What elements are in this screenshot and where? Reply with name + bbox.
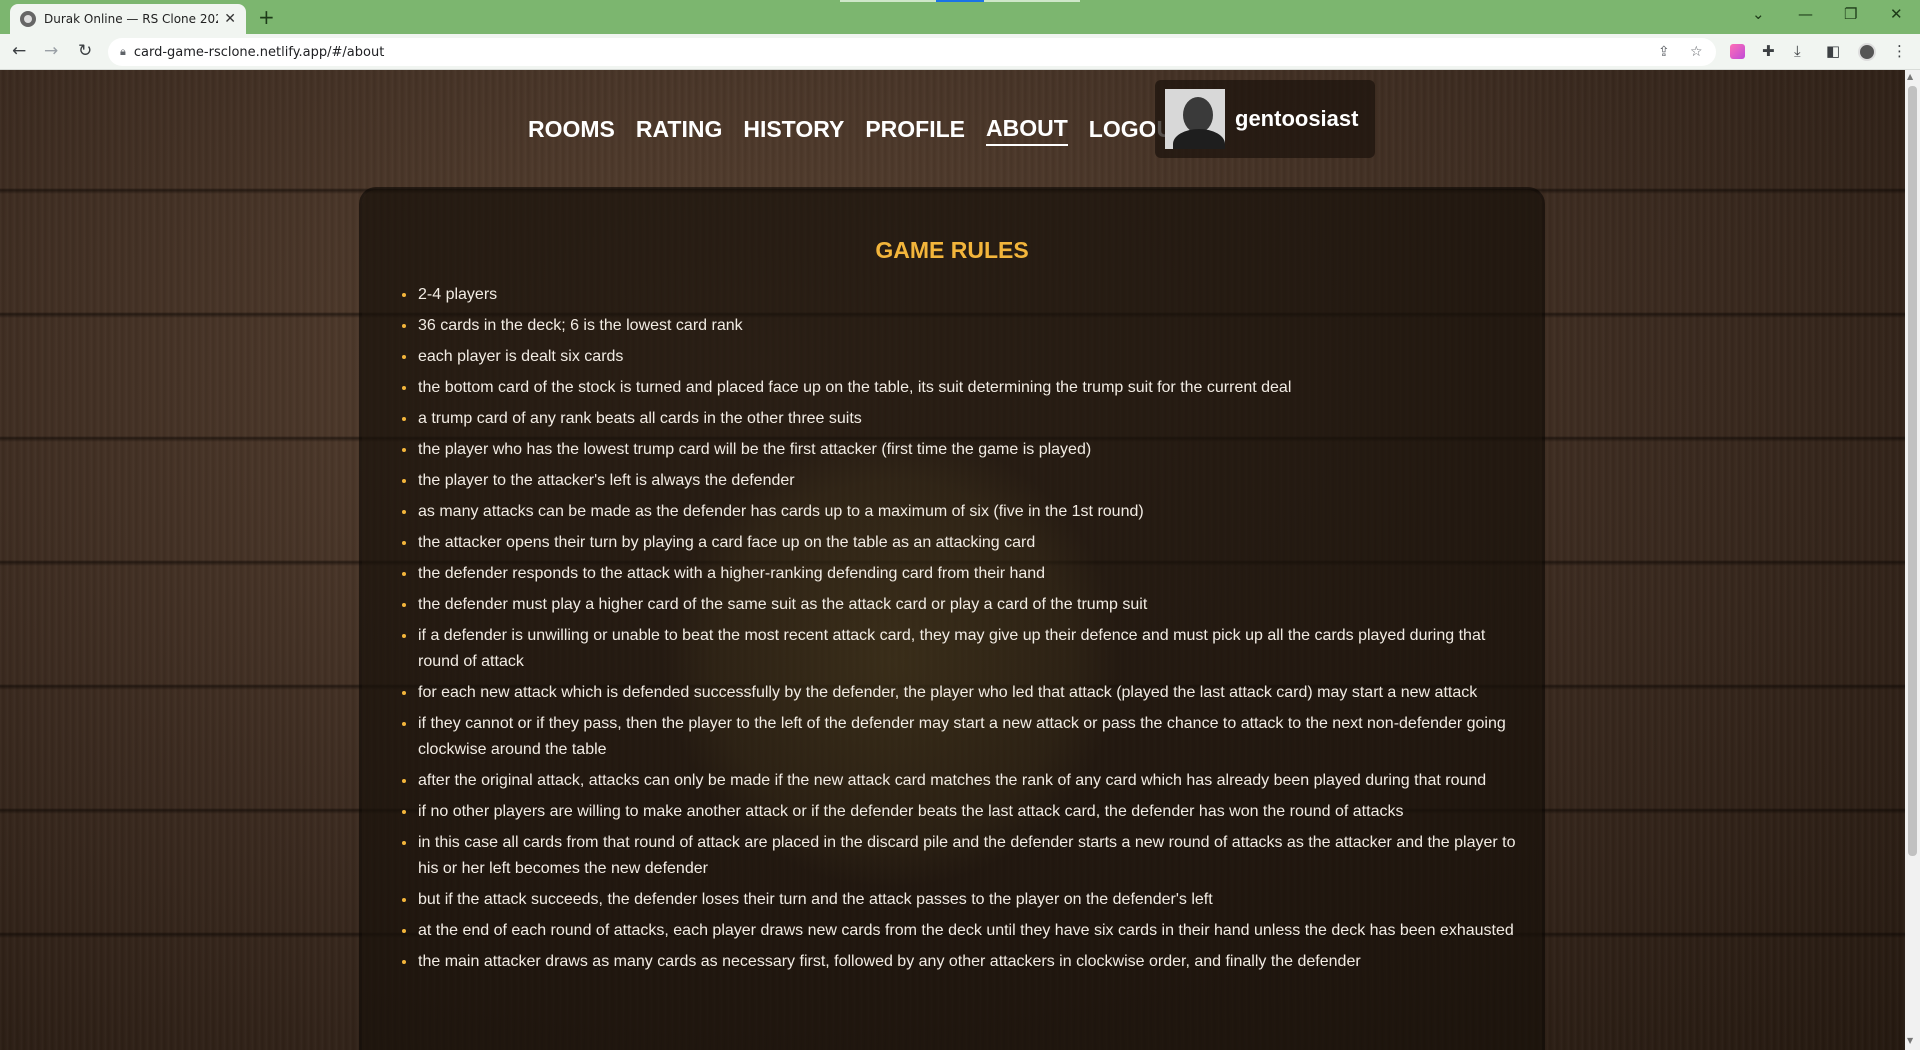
nav-about-link[interactable]: ABOUT: [985, 115, 1068, 146]
url-text: card-game-rsclone.netlify.app/#/about: [133, 44, 385, 60]
extensions-icon[interactable]: ✚: [1762, 42, 1775, 60]
rule-item: for each new attack which is defended su…: [402, 680, 1528, 706]
side-panel-icon[interactable]: ◧: [1826, 42, 1840, 60]
tab-favicon-icon: [20, 11, 36, 27]
rule-item: 36 cards in the deck; 6 is the lowest ca…: [402, 313, 1528, 339]
scroll-up-icon[interactable]: ▲: [1907, 72, 1913, 81]
back-icon[interactable]: ←: [12, 41, 26, 61]
tab-search-icon[interactable]: ⌄: [1752, 5, 1765, 23]
nav-history-link[interactable]: HISTORY: [743, 116, 844, 145]
rules-list: 2-4 players 36 cards in the deck; 6 is t…: [400, 282, 1528, 980]
rule-item: the player who has the lowest trump card…: [402, 437, 1528, 463]
rule-item: after the original attack, attacks can o…: [402, 768, 1528, 794]
avatar: [1165, 89, 1225, 149]
game-rules-card: GAME RULES 2-4 players 36 cards in the d…: [362, 190, 1542, 1050]
main-nav: ROOMS RATING HISTORY PROFILE ABOUT LOGOU…: [528, 106, 1208, 154]
forward-icon[interactable]: →: [44, 41, 58, 61]
extension-icon[interactable]: [1730, 44, 1745, 59]
rule-item: if no other players are willing to make …: [402, 799, 1528, 825]
restore-icon[interactable]: ❐: [1844, 5, 1857, 23]
rule-item: 2-4 players: [402, 282, 1528, 308]
browser-tabbar: Durak Online — RS Clone 2022Q ✕ + ⌄ — ❐ …: [0, 0, 1920, 34]
rule-item: if a defender is unwilling or unable to …: [402, 623, 1528, 675]
rule-item: a trump card of any rank beats all cards…: [402, 406, 1528, 432]
browser-tab[interactable]: Durak Online — RS Clone 2022Q ✕: [10, 4, 246, 34]
new-tab-icon[interactable]: +: [258, 5, 275, 29]
nav-profile-link[interactable]: PROFILE: [865, 116, 965, 145]
rule-item: the bottom card of the stock is turned a…: [402, 375, 1528, 401]
username: gentoosiast: [1235, 106, 1359, 131]
browser-profile-icon[interactable]: [1858, 43, 1876, 61]
nav-rooms-link[interactable]: ROOMS: [528, 116, 615, 145]
scroll-down-icon[interactable]: ▼: [1907, 1036, 1913, 1045]
rule-item: as many attacks can be made as the defen…: [402, 499, 1528, 525]
loading-bar-fill: [936, 0, 984, 2]
page-background: ROOMS RATING HISTORY PROFILE ABOUT LOGOU…: [0, 70, 1905, 1050]
rule-item: at the end of each round of attacks, eac…: [402, 918, 1528, 944]
user-badge[interactable]: gentoosiast: [1155, 80, 1375, 158]
rule-item: the main attacker draws as many cards as…: [402, 949, 1528, 975]
reload-icon[interactable]: ↻: [78, 41, 92, 61]
tab-title: Durak Online — RS Clone 2022Q: [44, 12, 218, 26]
close-window-icon[interactable]: ✕: [1890, 5, 1903, 23]
rule-item: each player is dealt six cards: [402, 344, 1528, 370]
rule-item: if they cannot or if they pass, then the…: [402, 711, 1528, 763]
scrollbar-thumb[interactable]: [1908, 86, 1917, 856]
rule-item: the defender responds to the attack with…: [402, 561, 1528, 587]
menu-kebab-icon[interactable]: ⋮: [1892, 42, 1907, 60]
share-icon[interactable]: ⇪: [1658, 44, 1670, 60]
rule-item: the defender must play a higher card of …: [402, 592, 1528, 618]
nav-rating-link[interactable]: RATING: [636, 116, 722, 145]
minimize-icon[interactable]: —: [1798, 5, 1813, 23]
rule-item: but if the attack succeeds, the defender…: [402, 887, 1528, 913]
rule-item: the attacker opens their turn by playing…: [402, 530, 1528, 556]
rule-item: in this case all cards from that round o…: [402, 830, 1528, 882]
bookmark-star-icon[interactable]: ☆: [1690, 44, 1703, 60]
rule-item: the player to the attacker's left is alw…: [402, 468, 1528, 494]
tab-close-icon[interactable]: ✕: [224, 11, 236, 27]
lock-icon[interactable]: 🔒︎: [120, 45, 126, 59]
browser-toolbar: ← → ↻ 🔒︎ card-game-rsclone.netlify.app/#…: [0, 34, 1920, 70]
address-bar[interactable]: 🔒︎ card-game-rsclone.netlify.app/#/about…: [108, 38, 1716, 66]
rules-title: GAME RULES: [875, 237, 1029, 264]
download-icon[interactable]: ⤓: [1794, 42, 1801, 60]
